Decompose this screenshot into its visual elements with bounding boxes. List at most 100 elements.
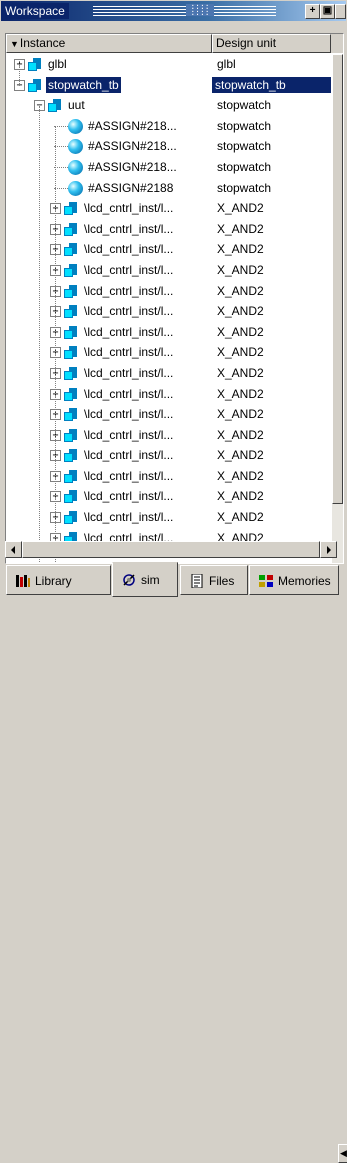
- instance-icon: [64, 222, 77, 236]
- instance-icon-front: [64, 432, 73, 442]
- instance-name: \lcd_cntrl_inst/l...: [84, 304, 174, 319]
- process-icon: [68, 118, 83, 134]
- undock-icon[interactable]: ▣: [320, 4, 335, 19]
- grip-dots-icon[interactable]: ::::::::: [186, 3, 214, 17]
- vertical-scrollbar[interactable]: [332, 54, 343, 563]
- design-unit: X_AND2: [217, 283, 264, 298]
- maximize-icon[interactable]: +: [305, 4, 320, 19]
- sort-arrow-icon: ▼: [10, 39, 19, 49]
- design-unit: X_AND2: [217, 510, 264, 525]
- workspace-tabs: Library sim Files Memories ◀: [0, 562, 347, 1163]
- instance-name: \lcd_cntrl_inst/l...: [84, 365, 174, 380]
- design-unit: stopwatch: [217, 159, 272, 174]
- tab-library-label: Library: [35, 574, 72, 588]
- instance-name: \lcd_cntrl_inst/l...: [84, 242, 174, 257]
- instance-icon-front: [64, 515, 73, 525]
- instance-icon: [64, 511, 77, 525]
- instance-icon-front: [64, 226, 73, 236]
- instance-name: \lcd_cntrl_inst/l...: [84, 510, 174, 525]
- tree-connector: [54, 146, 68, 148]
- instance-name: #ASSIGN#2188: [88, 180, 174, 195]
- scroll-right-button[interactable]: [320, 541, 337, 558]
- instance-name: \lcd_cntrl_inst/l...: [84, 345, 174, 360]
- instance-icon-front: [64, 412, 73, 422]
- horizontal-scroll-thumb[interactable]: [22, 541, 320, 558]
- instance-icon-front: [64, 309, 73, 319]
- instance-icon-front: [64, 329, 73, 339]
- horizontal-scrollbar[interactable]: [5, 541, 337, 558]
- instance-icon: [64, 346, 77, 360]
- tree-connector: [55, 126, 56, 563]
- design-unit: stopwatch_tb: [212, 76, 331, 93]
- design-unit: X_AND2: [217, 242, 264, 257]
- design-unit: stopwatch: [217, 98, 272, 113]
- tree-connector: [54, 187, 68, 189]
- tab-sim[interactable]: sim: [112, 562, 178, 597]
- instance-tree-panel: ▼Instance Design unit + glbl glbl − stopwatc…: [5, 33, 344, 564]
- instance-icon-front: [64, 247, 73, 257]
- instance-name: stopwatch_tb: [46, 76, 121, 93]
- tree-row[interactable]: + glbl glbl: [6, 54, 331, 75]
- instance-icon: [64, 469, 77, 483]
- instance-icon-front: [64, 206, 73, 216]
- instance-icon-front: [64, 473, 73, 483]
- tab-memories[interactable]: Memories: [249, 565, 339, 595]
- tab-library[interactable]: Library: [6, 565, 111, 595]
- tab-files-label: Files: [209, 574, 235, 588]
- library-icon: [16, 574, 30, 587]
- tab-files[interactable]: Files: [180, 565, 248, 595]
- title-bar[interactable]: Workspace :::::::: + ▣: [1, 1, 346, 21]
- instance-name: \lcd_cntrl_inst/l...: [84, 489, 174, 504]
- design-unit: stopwatch: [217, 139, 272, 154]
- tree-row[interactable]: − stopwatch_tb stopwatch_tb: [6, 75, 331, 96]
- instance-icon: [64, 428, 77, 442]
- instance-name: \lcd_cntrl_inst/l...: [84, 468, 174, 483]
- instance-name: \lcd_cntrl_inst/l...: [84, 201, 174, 216]
- process-icon: [68, 180, 83, 196]
- instance-icon-front: [64, 391, 73, 401]
- tree-row[interactable]: − uut stopwatch: [6, 95, 331, 116]
- design-unit: glbl: [217, 57, 236, 71]
- instance-name: \lcd_cntrl_inst/l...: [84, 262, 174, 277]
- instance-name: #ASSIGN#218...: [88, 159, 177, 174]
- column-header-design-unit-label: Design unit: [216, 36, 277, 50]
- instance-icon: [28, 58, 41, 71]
- design-unit: X_AND2: [217, 324, 264, 339]
- close-icon[interactable]: [335, 4, 346, 19]
- column-header-instance-label: Instance: [19, 36, 66, 50]
- tab-scroll-arrows[interactable]: ◀: [338, 1144, 347, 1163]
- instance-icon-front: [28, 62, 37, 71]
- instance-name: \lcd_cntrl_inst/l...: [84, 448, 174, 463]
- design-unit: X_AND2: [217, 304, 264, 319]
- design-unit: X_AND2: [217, 221, 264, 236]
- design-unit: X_AND2: [217, 201, 264, 216]
- scroll-left-button[interactable]: [5, 541, 22, 558]
- memories-icon: [259, 574, 273, 587]
- drag-grip[interactable]: [93, 6, 276, 10]
- instance-name: glbl: [48, 57, 67, 71]
- workspace-window: Workspace :::::::: + ▣ ▼Instance Design …: [0, 0, 347, 1163]
- tree-connector: [39, 106, 40, 563]
- instance-icon-front: [64, 267, 73, 277]
- design-unit: X_AND2: [217, 345, 264, 360]
- tree-connector: [19, 64, 20, 86]
- instance-icon-front: [64, 288, 73, 298]
- column-header-design-unit[interactable]: Design unit: [212, 34, 331, 53]
- instance-icon: [64, 243, 77, 257]
- design-unit: X_AND2: [217, 468, 264, 483]
- instance-icon: [64, 387, 77, 401]
- arrow-right-icon: [327, 546, 331, 554]
- vertical-scroll-thumb[interactable]: [332, 54, 343, 504]
- instance-icon: [64, 408, 77, 422]
- window-title: Workspace: [5, 3, 69, 19]
- design-unit: X_AND2: [217, 262, 264, 277]
- instance-icon: [64, 366, 77, 380]
- drag-grip-lower[interactable]: [93, 12, 276, 16]
- design-unit: X_AND2: [217, 448, 264, 463]
- instance-icon: [64, 263, 77, 277]
- instance-name: \lcd_cntrl_inst/l...: [84, 427, 174, 442]
- instance-icon: [64, 449, 77, 463]
- instance-name: \lcd_cntrl_inst/l...: [84, 324, 174, 339]
- column-header-instance[interactable]: ▼Instance: [6, 34, 212, 53]
- instance-name: uut: [68, 98, 85, 113]
